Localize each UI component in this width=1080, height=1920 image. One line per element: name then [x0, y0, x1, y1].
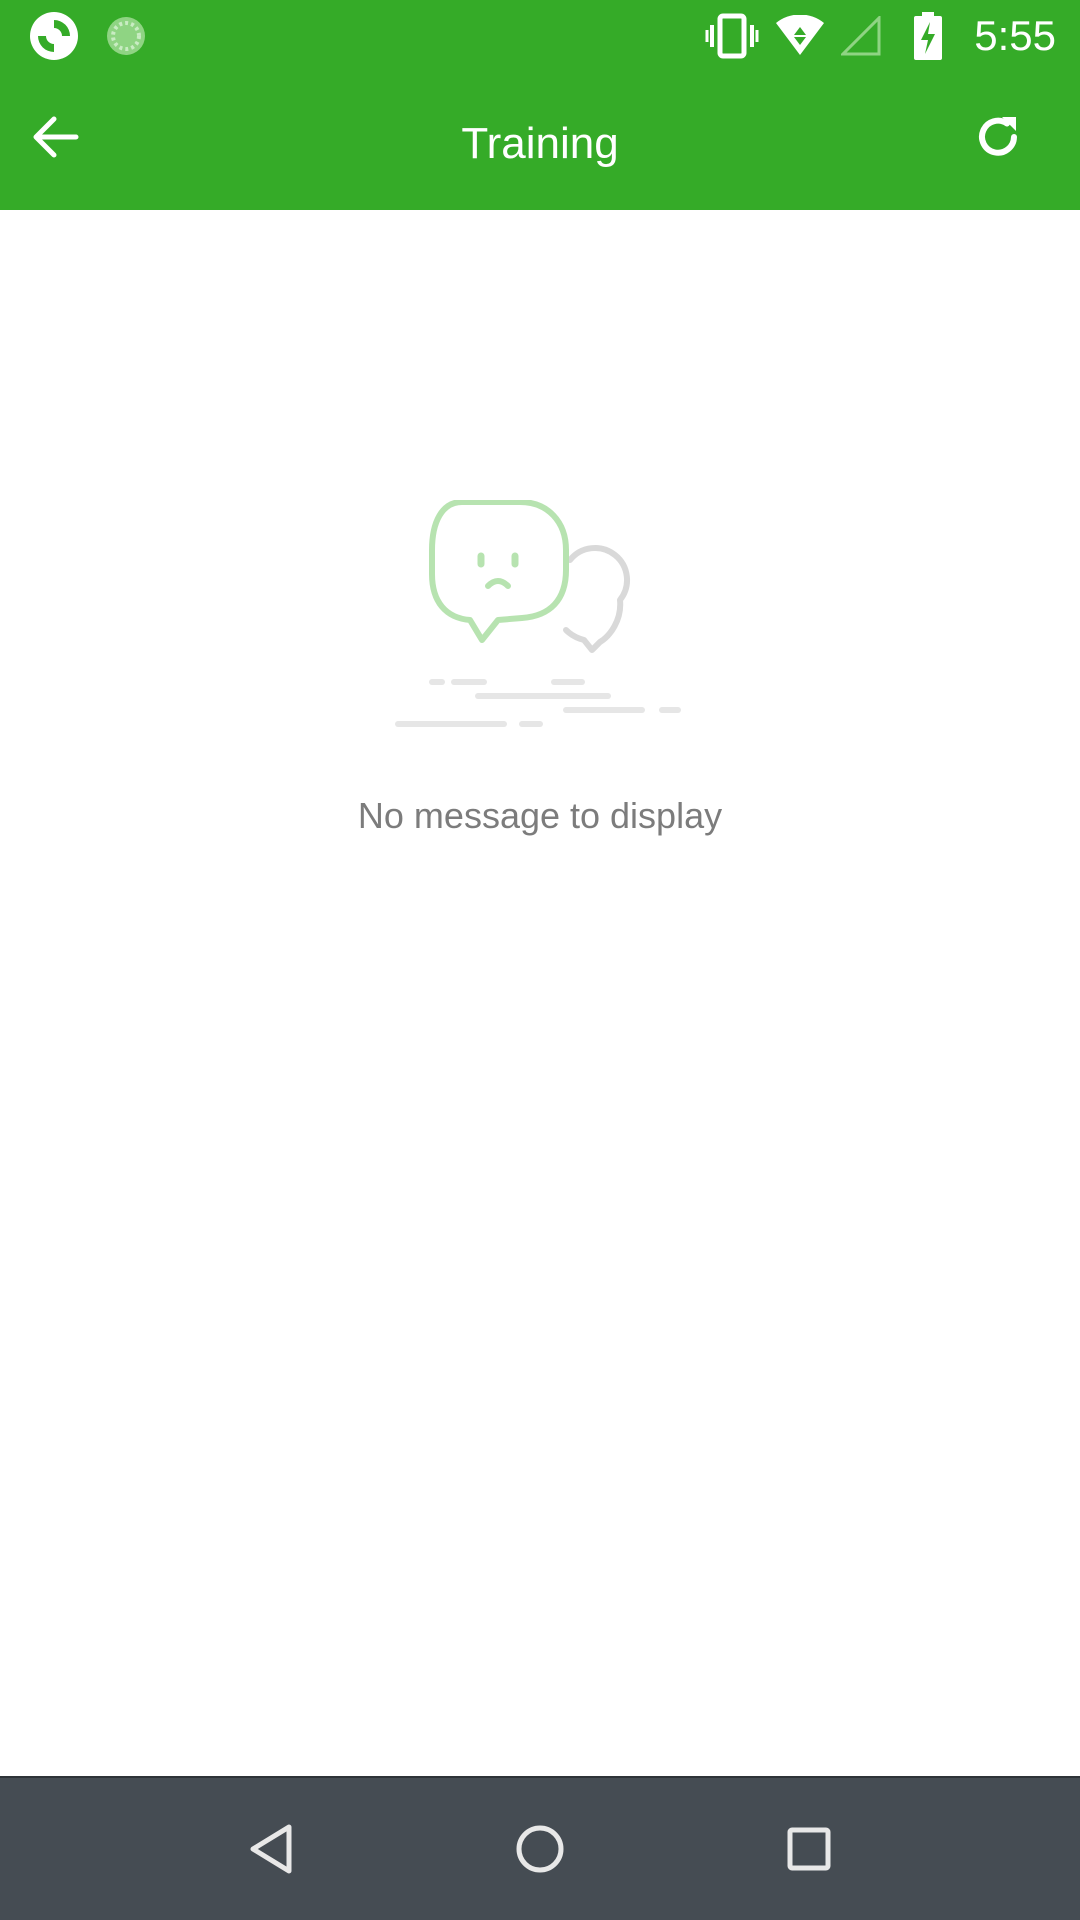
wifi-icon — [772, 0, 828, 72]
home-circle-icon — [514, 1823, 566, 1880]
nav-recents-button[interactable] — [764, 1806, 854, 1896]
vibrate-icon — [704, 0, 760, 72]
empty-message: No message to display — [357, 795, 723, 836]
navigation-bar — [0, 1776, 1080, 1920]
back-triangle-icon — [247, 1823, 295, 1880]
app-bar: Training — [0, 72, 1080, 210]
screen: 5:55 Training No message to display — [0, 0, 1080, 1920]
page-title: Training — [461, 119, 619, 168]
loading-icon — [104, 0, 148, 72]
status-time: 5:55 — [974, 12, 1056, 59]
signal-icon — [840, 0, 882, 72]
refresh-icon — [974, 113, 1022, 166]
sad-chat-bubble-icon — [390, 499, 690, 750]
battery-charging-icon — [910, 0, 946, 72]
app-logo-icon — [26, 0, 82, 72]
nav-back-button[interactable] — [226, 1806, 316, 1896]
status-bar: 5:55 — [0, 0, 1080, 72]
recents-square-icon — [786, 1826, 832, 1877]
nav-home-button[interactable] — [495, 1806, 585, 1896]
refresh-button[interactable] — [956, 97, 1040, 181]
